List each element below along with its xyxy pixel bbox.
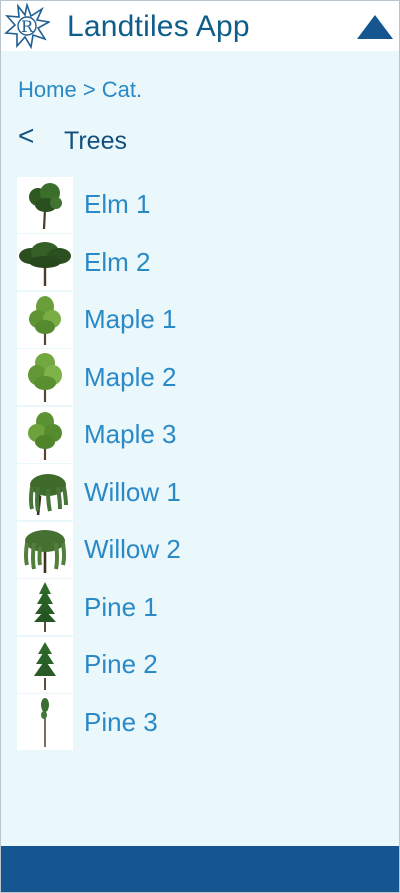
footer-bar bbox=[1, 846, 399, 892]
list-item-maple-3[interactable]: Maple 3 bbox=[17, 406, 397, 464]
list-item-maple-2[interactable]: Maple 2 bbox=[17, 349, 397, 407]
triangle-up-icon[interactable] bbox=[356, 13, 394, 41]
list-item-maple-1[interactable]: Maple 1 bbox=[17, 291, 397, 349]
elm-tree-icon bbox=[19, 242, 71, 287]
list-item-elm-2[interactable]: Elm 2 bbox=[17, 234, 397, 292]
logo-letter: R bbox=[21, 17, 34, 36]
item-label: Maple 2 bbox=[84, 361, 177, 392]
breadcrumb-category[interactable]: Cat. bbox=[102, 77, 142, 102]
section-header: < Trees bbox=[18, 122, 127, 159]
pine-tree-icon bbox=[34, 582, 56, 633]
breadcrumb-separator: > bbox=[82, 77, 96, 102]
item-label: Elm 2 bbox=[84, 246, 151, 277]
item-label: Pine 3 bbox=[84, 706, 158, 737]
item-label: Elm 1 bbox=[84, 189, 151, 220]
section-title: Trees bbox=[64, 126, 127, 155]
list-item-willow-1[interactable]: Willow 1 bbox=[17, 464, 397, 522]
willow-tree-icon bbox=[29, 474, 68, 516]
app-frame: R Landtiles App Home > Cat. < Trees Elm … bbox=[0, 0, 400, 893]
list-item-pine-1[interactable]: Pine 1 bbox=[17, 579, 397, 637]
breadcrumb-home[interactable]: Home bbox=[18, 77, 77, 102]
logo-icon: R bbox=[4, 3, 50, 49]
willow-tree-icon bbox=[24, 529, 66, 573]
item-label: Maple 1 bbox=[84, 304, 177, 335]
item-label: Pine 1 bbox=[84, 591, 158, 622]
pine-tree-icon bbox=[41, 698, 49, 748]
tree-list: Elm 1 Elm 2 Maple 1 Maple 2 Maple 3 Will… bbox=[17, 176, 397, 751]
breadcrumb: Home > Cat. bbox=[18, 77, 142, 103]
back-button[interactable]: < bbox=[18, 122, 64, 150]
elm-tree-icon bbox=[29, 182, 62, 229]
item-label: Maple 3 bbox=[84, 419, 177, 450]
maple-tree-icon bbox=[28, 353, 62, 403]
list-item-pine-3[interactable]: Pine 3 bbox=[17, 694, 397, 752]
maple-tree-icon bbox=[28, 411, 62, 460]
pine-tree-icon bbox=[34, 641, 56, 690]
item-label: Willow 2 bbox=[84, 534, 181, 565]
list-item-elm-1[interactable]: Elm 1 bbox=[17, 176, 397, 234]
item-label: Pine 2 bbox=[84, 649, 158, 680]
list-item-pine-2[interactable]: Pine 2 bbox=[17, 636, 397, 694]
app-header: R Landtiles App bbox=[1, 1, 399, 51]
item-label: Willow 1 bbox=[84, 476, 181, 507]
list-item-willow-2[interactable]: Willow 2 bbox=[17, 521, 397, 579]
maple-tree-icon bbox=[29, 295, 61, 345]
app-title: Landtiles App bbox=[67, 10, 250, 43]
